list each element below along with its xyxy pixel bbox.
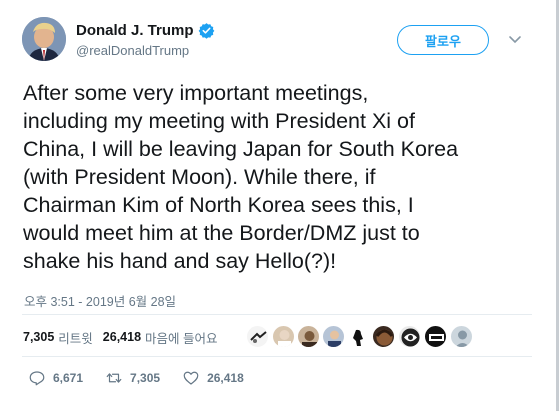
retweet-label[interactable]: 리트윗 bbox=[58, 328, 93, 347]
divider bbox=[22, 314, 532, 315]
retweet-count[interactable]: 7,305 bbox=[23, 330, 54, 344]
follow-button[interactable]: 팔로우 bbox=[397, 25, 489, 55]
reply-count: 6,671 bbox=[53, 371, 84, 385]
liker-avatar[interactable] bbox=[424, 325, 447, 348]
reply-button[interactable]: 6,671 bbox=[28, 369, 83, 387]
tweet-line: (with President Moon). While there, if bbox=[23, 165, 376, 189]
tweet-header: Donald J. Trump @realDonaldTrump 팔로우 bbox=[22, 17, 532, 65]
liker-avatar[interactable] bbox=[450, 325, 473, 348]
liker-avatar[interactable] bbox=[272, 325, 295, 348]
liker-avatar[interactable] bbox=[297, 325, 320, 348]
liker-avatar[interactable] bbox=[372, 325, 395, 348]
verified-badge-icon bbox=[198, 23, 214, 39]
like-count[interactable]: 26,418 bbox=[103, 330, 141, 344]
divider bbox=[22, 356, 532, 357]
like-action-count: 26,418 bbox=[207, 371, 244, 385]
tweet-stats: 7,305 리트윗 26,418 마음에 들어요 bbox=[23, 322, 228, 352]
tweet-actions: 6,671 7,305 26,418 bbox=[28, 368, 266, 388]
like-button[interactable]: 26,418 bbox=[182, 369, 244, 387]
tweet-line: After some very important meetings, bbox=[23, 81, 369, 105]
retweet-button[interactable]: 7,305 bbox=[105, 369, 160, 387]
reply-icon bbox=[29, 371, 45, 386]
tweet-line: Chairman Kim of North Korea sees this, I bbox=[23, 193, 414, 217]
tweet-text: After some very important meetings, incl… bbox=[23, 79, 528, 275]
tweet-timestamp[interactable]: 오후 3:51 - 2019년 6월 28일 bbox=[24, 291, 176, 310]
retweet-icon bbox=[106, 373, 122, 383]
like-label[interactable]: 마음에 들어요 bbox=[145, 328, 217, 347]
liker-avatar[interactable] bbox=[346, 325, 369, 348]
liker-avatar[interactable] bbox=[398, 325, 421, 348]
display-name[interactable]: Donald J. Trump bbox=[76, 22, 194, 39]
chevron-down-icon[interactable] bbox=[508, 35, 522, 45]
retweet-action-count: 7,305 bbox=[130, 371, 161, 385]
tweet-line: shake his hand and say Hello(?)! bbox=[23, 249, 337, 273]
liker-avatar[interactable] bbox=[322, 325, 345, 348]
tweet-line: China, I will be leaving Japan for South… bbox=[23, 137, 459, 161]
heart-icon bbox=[183, 371, 199, 385]
user-handle[interactable]: @realDonaldTrump bbox=[76, 43, 189, 58]
tweet-line: would meet him at the Border/DMZ just to bbox=[23, 221, 420, 245]
name-row: Donald J. Trump bbox=[76, 22, 215, 39]
liker-avatar[interactable] bbox=[246, 325, 269, 348]
avatar[interactable] bbox=[22, 17, 66, 61]
tweet-line: including my meeting with President Xi o… bbox=[23, 109, 415, 133]
